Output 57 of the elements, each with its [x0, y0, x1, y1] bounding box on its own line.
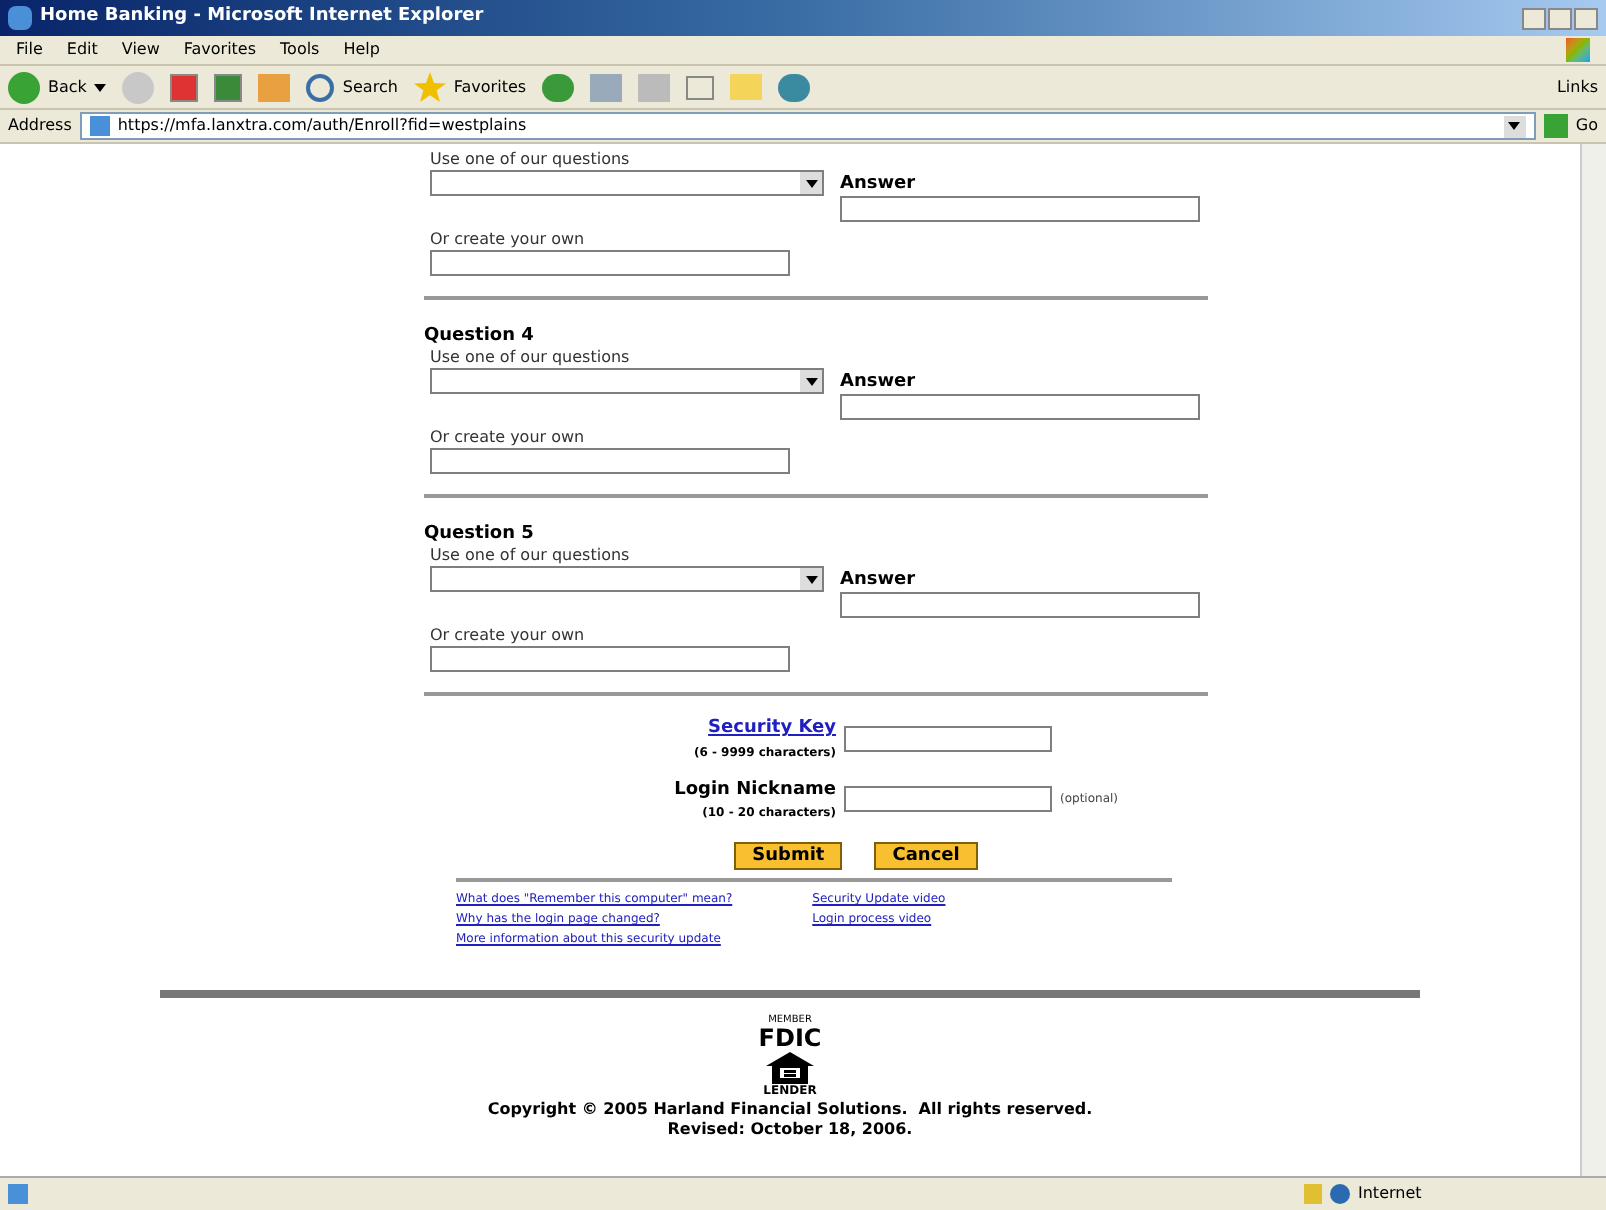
minimize-icon[interactable]	[1522, 7, 1546, 29]
fdic-logo: FDIC	[758, 1026, 822, 1052]
url-text: https://mfa.lanxtra.com/auth/Enroll?fid=westplains	[117, 114, 527, 138]
field-label: Or create your own	[430, 428, 587, 448]
text-field[interactable]	[844, 786, 1052, 813]
menu-item[interactable]: File	[16, 38, 43, 62]
menu-item[interactable]: View	[121, 38, 160, 62]
menu-item[interactable]: Tools	[280, 38, 320, 62]
address-field[interactable]: https://mfa.lanxtra.com/auth/Enroll?fid=westplains	[79, 112, 1536, 140]
maximize-icon[interactable]	[1548, 7, 1572, 29]
caret-icon	[94, 83, 107, 91]
window-title: Home Banking - Microsoft Internet Explorer	[40, 4, 484, 31]
question-dropdown[interactable]	[430, 170, 824, 196]
security-key-link[interactable]: Security Key	[708, 716, 836, 743]
answer-field[interactable]	[840, 592, 1200, 618]
answer-label: Answer	[840, 372, 918, 394]
field-label: Or create your own	[430, 230, 587, 250]
links-label[interactable]: Links	[1556, 75, 1598, 99]
question-dropdown[interactable]	[430, 368, 824, 394]
answer-label: Answer	[840, 174, 918, 196]
custom-question-field[interactable]	[430, 646, 790, 672]
house-icon	[766, 1052, 814, 1084]
dropdown-arrow-icon	[1508, 122, 1521, 130]
menu-item[interactable]: Favorites	[183, 38, 257, 62]
field-label: Use one of our questions	[430, 150, 632, 170]
revised-text: Revised: October 18, 2006.	[667, 1120, 913, 1140]
form-button[interactable]: Submit	[734, 842, 843, 870]
favorites-button[interactable]: Favorites	[413, 72, 527, 102]
scrollbar[interactable]	[1580, 144, 1606, 1176]
question-heading: Question 4	[424, 326, 536, 348]
answer-field[interactable]	[840, 394, 1200, 420]
zone-label: Internet	[1358, 1182, 1424, 1206]
dropdown-arrow-icon	[805, 179, 817, 187]
custom-question-field[interactable]	[430, 448, 790, 474]
copyright-text: Copyright © 2005 Harland Financial Solutions. All rights reserved.	[487, 1100, 1093, 1120]
text-field[interactable]	[844, 725, 1052, 752]
menu-item[interactable]: Edit	[66, 38, 98, 62]
close-icon[interactable]	[1574, 7, 1598, 29]
nickname-label: Login Nickname	[674, 777, 836, 803]
custom-question-field[interactable]	[430, 250, 790, 276]
go-button[interactable]: Go	[1543, 114, 1598, 138]
dropdown-arrow-icon	[805, 377, 817, 385]
field-label: Use one of our questions	[430, 546, 632, 566]
star-icon	[413, 72, 446, 102]
question-dropdown[interactable]	[430, 566, 824, 592]
field-label: Or create your own	[430, 626, 587, 646]
answer-field[interactable]	[840, 196, 1200, 222]
dropdown-button[interactable]	[1503, 115, 1526, 137]
back-button[interactable]: Back	[8, 71, 107, 103]
answer-label: Answer	[840, 570, 918, 592]
dropdown-arrow-icon	[805, 575, 817, 583]
form-button[interactable]: Cancel	[874, 842, 978, 870]
field-label: Use one of our questions	[430, 348, 632, 368]
question-heading: Question 5	[424, 524, 536, 546]
menu-item[interactable]: Help	[343, 38, 380, 62]
search-button[interactable]: Search	[306, 73, 398, 101]
address-label: Address	[8, 114, 72, 138]
